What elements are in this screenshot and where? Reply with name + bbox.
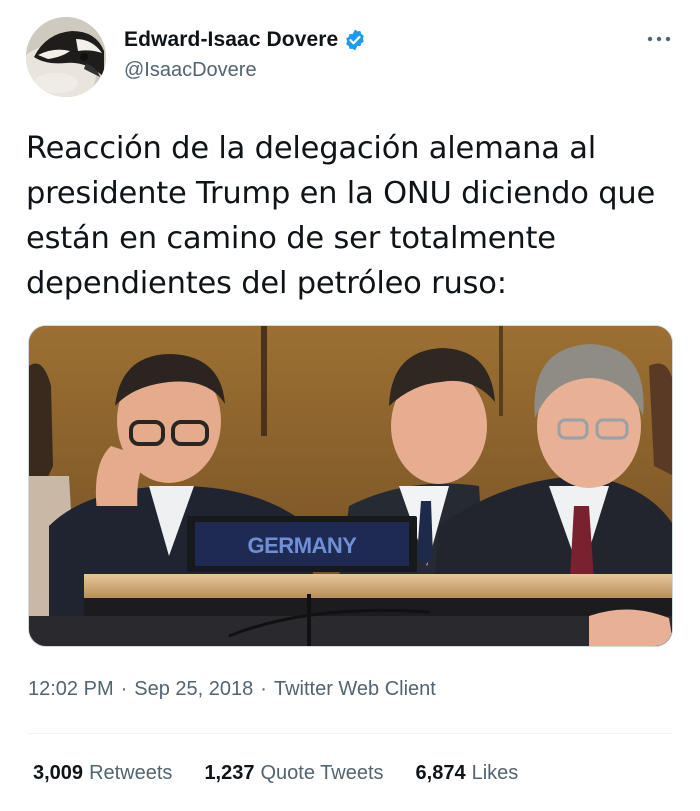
penguin-avatar-icon <box>26 17 106 97</box>
author-handle[interactable]: @IsaacDovere <box>124 59 257 82</box>
likes-stat[interactable]: 6,874 Likes <box>416 762 519 785</box>
likes-label: Likes <box>471 762 519 784</box>
nameplate-text: GERMANY <box>248 533 358 558</box>
tweet-photo[interactable]: GERMANY <box>28 325 673 647</box>
meta-separator: · <box>260 678 267 700</box>
quotes-stat[interactable]: 1,237 Quote Tweets <box>204 762 383 785</box>
tweet-text: Reacción de la delegación alemana al pre… <box>26 131 656 301</box>
tweet-stats: 3,009 Retweets 1,237 Quote Tweets 6,874 … <box>33 762 518 785</box>
likes-count: 6,874 <box>415 762 466 784</box>
author-name-row[interactable]: Edward-Isaac Dovere <box>124 26 367 54</box>
quotes-label: Quote Tweets <box>260 762 384 784</box>
verified-badge-icon <box>343 28 367 52</box>
tweet-date[interactable]: Sep 25, 2018 <box>134 678 253 701</box>
retweets-label: Retweets <box>89 762 173 784</box>
author-avatar[interactable] <box>26 17 106 97</box>
retweets-stat[interactable]: 3,009 Retweets <box>33 762 172 785</box>
photo-germany-delegation: GERMANY <box>29 326 672 646</box>
meta-separator: · <box>120 678 128 700</box>
author-display-name[interactable]: Edward-Isaac Dovere <box>124 28 338 52</box>
quotes-count: 1,237 <box>204 762 255 784</box>
tweet-source[interactable]: Twitter Web Client <box>274 678 436 701</box>
tweet-time[interactable]: 12:02 PM <box>28 678 114 701</box>
divider <box>28 733 673 734</box>
tweet-card: Edward-Isaac Dovere @IsaacDovere Reacció… <box>0 0 700 811</box>
retweets-count: 3,009 <box>33 762 84 784</box>
tweet-meta: 12:02 PM · Sep 25, 2018 · Twitter Web Cl… <box>28 678 436 701</box>
more-horizontal-icon[interactable] <box>644 26 674 52</box>
